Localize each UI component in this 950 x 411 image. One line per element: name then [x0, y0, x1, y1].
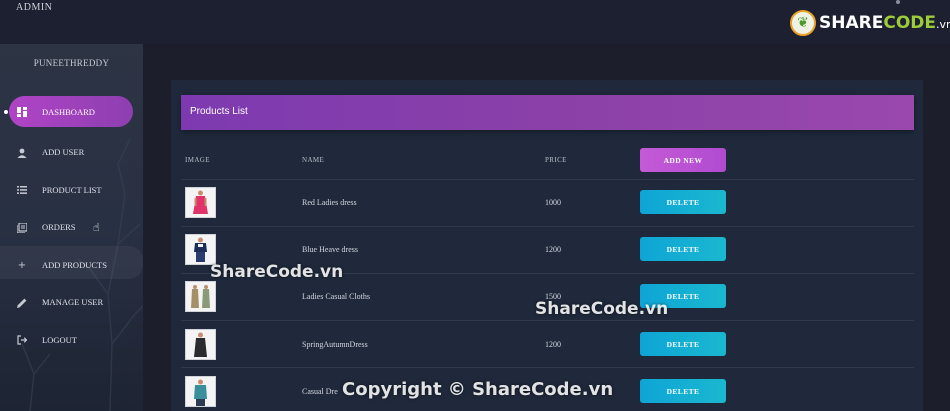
orders-icon [16, 222, 28, 234]
sidebar-item-label: ADD PRODUCTS [42, 259, 107, 270]
dashboard-icon [16, 106, 28, 118]
app-title: ADMIN [16, 2, 53, 13]
sidebar-item-manage-user[interactable]: MANAGE USER [0, 284, 143, 322]
sidebar-item-logout[interactable]: LOGOUT [0, 321, 143, 359]
sidebar-item-label: ADD USER [42, 147, 85, 158]
sharecode-logo: ❦ SHARECODE.vn [790, 10, 950, 36]
panel-header: Products List [181, 95, 914, 130]
product-thumbnail [185, 187, 216, 218]
product-price: 1200 [545, 245, 561, 254]
top-bar: ADMIN ❦ SHARECODE.vn [0, 0, 950, 44]
sidebar-item-label: DASHBOARD [42, 107, 95, 117]
logout-icon [16, 334, 28, 346]
product-name: Blue Heave dress [302, 245, 358, 254]
sidebar-item-orders[interactable]: ORDERS [0, 209, 143, 247]
sidebar-item-label: ORDERS [42, 222, 76, 233]
copyright-watermark: Copyright © ShareCode.vn [342, 379, 614, 400]
sidebar-username: PUNEETHREDDY [33, 58, 110, 68]
sidebar-item-add-products[interactable]: + ADD PRODUCTS [0, 246, 143, 284]
product-name: SpringAutumnDress [302, 340, 368, 349]
logo-text: SHARECODE.vn [819, 13, 950, 33]
product-price: 1200 [545, 340, 561, 349]
sidebar-nav: DASHBOARD ADD USER PRODUCT LIST ORDERS +… [0, 96, 143, 359]
product-thumbnail [185, 234, 216, 265]
sidebar-item-label: MANAGE USER [42, 297, 104, 308]
sidebar-item-label: LOGOUT [42, 334, 77, 345]
row-separator [181, 226, 914, 227]
delete-button[interactable]: DELETE [640, 379, 726, 403]
delete-button[interactable]: DELETE [640, 237, 726, 261]
logo-suffix: CODE [883, 13, 936, 33]
user-icon [16, 147, 28, 159]
column-header-name: NAME [302, 156, 325, 164]
product-thumbnail [185, 329, 216, 360]
row-separator [181, 179, 914, 180]
status-dot [896, 0, 900, 4]
logo-prefix: SHARE [819, 13, 884, 33]
add-new-button[interactable]: ADD NEW [640, 148, 726, 172]
product-name: Red Ladies dress [302, 198, 357, 207]
sidebar: PUNEETHREDDY DASHBOARD ADD USER PRODUCT … [0, 44, 143, 411]
product-name: Casual Dre [302, 387, 338, 396]
product-name: Ladies Casual Cloths [302, 292, 370, 301]
column-header-image: IMAGE [185, 156, 210, 164]
delete-button[interactable]: DELETE [640, 332, 726, 356]
product-price: 1000 [545, 198, 561, 207]
sidebar-item-add-user[interactable]: ADD USER [0, 134, 143, 172]
sidebar-item-product-list[interactable]: PRODUCT LIST [0, 171, 143, 209]
sidebar-item-dashboard[interactable]: DASHBOARD [0, 96, 143, 134]
row-separator [181, 320, 914, 321]
product-thumbnail [185, 376, 216, 407]
column-header-price: PRICE [545, 156, 567, 164]
watermark-text: ShareCode.vn [535, 299, 669, 319]
sidebar-item-label: PRODUCT LIST [42, 184, 102, 195]
logo-domain: .vn [936, 18, 950, 31]
page-title: Products List [190, 106, 248, 117]
list-icon [16, 184, 28, 196]
row-separator [181, 367, 914, 368]
watermark-text: ShareCode.vn [210, 262, 344, 282]
active-bullet [4, 110, 8, 114]
product-thumbnail [185, 281, 216, 312]
pencil-icon [16, 297, 28, 309]
delete-button[interactable]: DELETE [640, 190, 726, 214]
plus-icon: + [17, 259, 27, 271]
leaf-icon: ❦ [790, 10, 816, 36]
hand-cursor-icon: ☝ [93, 221, 100, 234]
